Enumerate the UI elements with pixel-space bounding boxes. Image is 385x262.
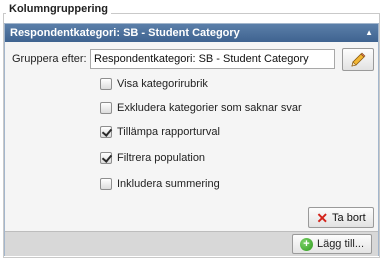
grouping-panel: Respondentkategori: SB - Student Categor… bbox=[4, 23, 379, 256]
pencil-icon bbox=[351, 52, 366, 67]
option-label: Filtrera population bbox=[117, 152, 206, 164]
plus-icon: + bbox=[299, 237, 313, 251]
checkbox[interactable] bbox=[100, 152, 112, 164]
fieldset-legend: Kolumngruppering bbox=[6, 3, 111, 15]
panel-title: Respondentkategori: SB - Student Categor… bbox=[10, 27, 240, 39]
option-label: Tillämpa rapporturval bbox=[117, 126, 220, 138]
option-filtrera-population[interactable]: Filtrera population bbox=[100, 151, 205, 165]
group-by-field[interactable] bbox=[90, 49, 335, 69]
edit-button[interactable] bbox=[342, 48, 374, 71]
add-button-label: Lägg till... bbox=[316, 238, 365, 250]
close-icon: ✕ bbox=[316, 209, 329, 226]
option-visa-kategorirubrik[interactable]: Visa kategorirubrik bbox=[100, 77, 208, 91]
checkbox[interactable] bbox=[100, 178, 112, 190]
panel-header[interactable]: Respondentkategori: SB - Student Categor… bbox=[5, 24, 378, 42]
option-exkludera-kategorier[interactable]: Exkludera kategorier som saknar svar bbox=[100, 101, 302, 115]
option-label: Visa kategorirubrik bbox=[117, 78, 208, 90]
option-label: Inkludera summering bbox=[117, 178, 220, 190]
option-label: Exkludera kategorier som saknar svar bbox=[117, 102, 302, 114]
remove-button-label: Ta bort bbox=[332, 211, 366, 224]
group-by-label: Gruppera efter: bbox=[12, 53, 87, 65]
add-button[interactable]: + Lägg till... bbox=[292, 234, 372, 254]
option-tillampa-rapporturval[interactable]: Tillämpa rapporturval bbox=[100, 125, 220, 139]
group-by-row: Gruppera efter: bbox=[10, 48, 374, 71]
panel-footer: + Lägg till... bbox=[5, 231, 378, 256]
checkbox[interactable] bbox=[100, 102, 112, 114]
checkbox[interactable] bbox=[100, 78, 112, 90]
checkbox[interactable] bbox=[100, 126, 112, 138]
remove-button[interactable]: ✕ Ta bort bbox=[308, 207, 374, 228]
option-inkludera-summering[interactable]: Inkludera summering bbox=[100, 177, 220, 191]
chevron-up-icon[interactable]: ▲ bbox=[365, 24, 373, 42]
